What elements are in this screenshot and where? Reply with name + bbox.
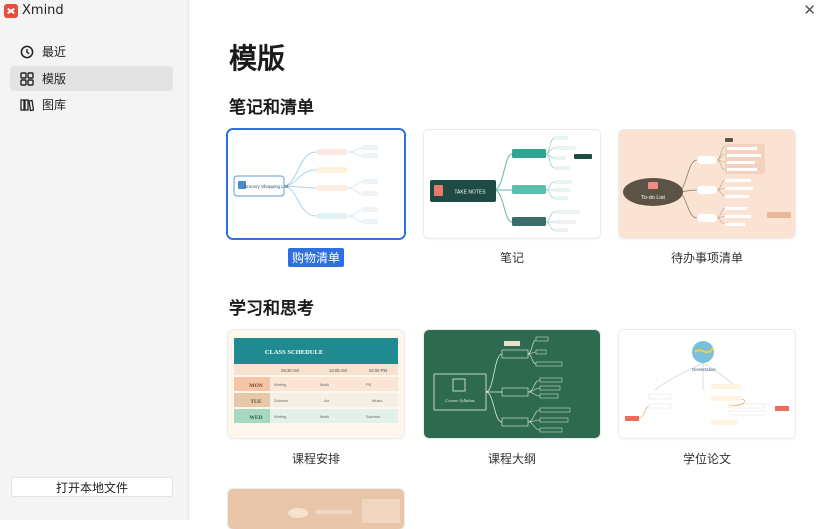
template-label: 笔记: [499, 251, 524, 265]
card-text: Dissertation: [692, 367, 716, 372]
clock-icon: [20, 45, 34, 59]
sidebar-item-library[interactable]: 图库: [10, 92, 173, 117]
open-local-file-button[interactable]: 打开本地文件: [11, 477, 173, 497]
sidebar-item-templates[interactable]: 模版: [10, 66, 173, 91]
card-text: Grocery Shopping List: [244, 184, 289, 189]
schedule-day: WED: [249, 415, 262, 421]
sidebar-item-recent[interactable]: 最近: [10, 39, 173, 64]
template-card-dissertation[interactable]: Dissertation: [619, 330, 795, 438]
schedule-time: 09:30 AM: [281, 368, 299, 373]
brand: Xmind: [4, 3, 64, 18]
schedule-day: TUE: [250, 399, 262, 405]
schedule-cell: Science: [274, 398, 289, 403]
template-label: 课程安排: [291, 452, 340, 466]
card-text: To-do List: [641, 195, 665, 201]
schedule-time: 02:00 PM: [369, 368, 387, 373]
schedule-cell: Writing: [274, 382, 286, 387]
section-title: 笔记和清单: [229, 98, 314, 118]
template-card-notes[interactable]: TAKE NOTES: [424, 130, 600, 238]
page-title: 模版: [229, 42, 286, 75]
sidebar-item-label: 图库: [42, 98, 67, 112]
template-label: 购物清单: [228, 248, 404, 267]
schedule-cell: Math: [320, 382, 329, 387]
schedule-cell: Music: [372, 398, 382, 403]
template-card-class-schedule[interactable]: CLASS SCHEDULE 09:30 AM 10:05 AM 02:00 P…: [228, 330, 404, 438]
close-icon[interactable]: ✕: [803, 3, 816, 18]
card-text: Course Syllabus: [445, 398, 475, 403]
schedule-time: 10:05 AM: [329, 368, 347, 373]
card-text: CLASS SCHEDULE: [265, 349, 323, 356]
sidebar-item-label: 模版: [42, 72, 67, 86]
schedule-cell: Science: [366, 414, 381, 419]
template-label: 学位论文: [682, 452, 731, 466]
grid-icon: [20, 71, 34, 86]
schedule-day: MON: [249, 383, 262, 389]
schedule-cell: PE: [366, 382, 372, 387]
template-label-text: 购物清单: [287, 248, 344, 267]
template-card-shopping-list[interactable]: Grocery Shopping List: [228, 130, 404, 238]
template-label: 课程大纲: [487, 452, 536, 466]
app-name: Xmind: [22, 3, 64, 18]
section-title: 学习和思考: [229, 299, 314, 319]
sidebar: Xmind 最近 模版 图库 打开本地文件: [0, 0, 189, 520]
template-label: 待办事项清单: [670, 251, 743, 265]
template-card-todo[interactable]: To-do List: [619, 130, 795, 238]
schedule-cell: Writing: [274, 414, 286, 419]
schedule-cell: Math: [320, 414, 329, 419]
library-icon: [20, 98, 34, 112]
xmind-logo-icon: [4, 3, 18, 18]
template-card-course-syllabus[interactable]: Course Syllabus: [424, 330, 600, 438]
template-card-partial[interactable]: [228, 489, 404, 529]
sidebar-item-label: 最近: [42, 45, 67, 59]
card-text: TAKE NOTES: [454, 190, 486, 196]
schedule-cell: Art: [324, 398, 330, 403]
